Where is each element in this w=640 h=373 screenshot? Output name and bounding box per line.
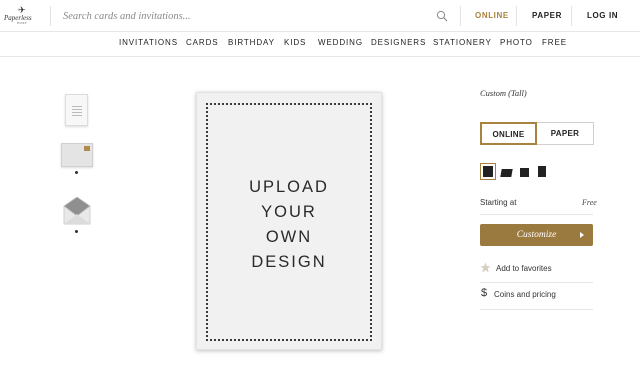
thumb-line [72, 112, 82, 113]
color-swatch[interactable] [500, 169, 513, 177]
login-link[interactable]: LOG IN [587, 11, 618, 20]
divider [480, 282, 593, 283]
swatch-fill [483, 166, 493, 177]
favorites-label: Add to favorites [496, 264, 552, 273]
paperless-post-logo[interactable]: ✈ Paperless POST [4, 5, 42, 27]
top-header: ✈ Paperless POST ONLINE PAPER LOG IN [0, 0, 640, 32]
category-birthday[interactable]: BIRTHDAY [228, 38, 275, 47]
price-value: Free [582, 198, 597, 207]
category-nav: INVITATIONS CARDS BIRTHDAY KIDS WEDDING … [0, 32, 640, 57]
category-kids[interactable]: KIDS [284, 38, 306, 47]
logo-subtext: POST [17, 21, 28, 25]
thumb-line [72, 109, 82, 110]
category-invitations[interactable]: INVITATIONS [119, 38, 178, 47]
thumb-line [72, 106, 82, 107]
upload-line: UPLOAD [249, 178, 329, 196]
upload-line: YOUR [261, 203, 317, 221]
customize-button[interactable]: Customize [480, 224, 593, 246]
format-paper-button[interactable]: PAPER [537, 122, 594, 145]
category-wedding[interactable]: WEDDING [318, 38, 363, 47]
category-stationery[interactable]: STATIONERY [433, 38, 492, 47]
divider [516, 6, 517, 26]
upload-line: OWN [265, 228, 313, 246]
star-icon [480, 262, 491, 273]
product-title: Custom (Tall) [480, 88, 527, 98]
category-designers[interactable]: DESIGNERS [371, 38, 426, 47]
envelope-thumbnail[interactable] [61, 143, 93, 167]
divider [480, 309, 593, 310]
arrow-right-icon [580, 232, 584, 238]
category-cards[interactable]: CARDS [186, 38, 219, 47]
color-swatch-selected[interactable] [480, 163, 496, 180]
color-swatch[interactable] [520, 168, 529, 177]
dollar-icon: $ [481, 287, 488, 299]
envelope-liner-thumbnail[interactable] [63, 197, 91, 225]
upload-line: DESIGN [251, 253, 327, 271]
color-swatch[interactable] [538, 166, 546, 177]
upload-design-text: UPLOAD YOUR OWN DESIGN [197, 175, 381, 275]
divider [571, 6, 572, 26]
coins-label: Coins and pricing [494, 290, 556, 299]
stamp-icon [84, 146, 90, 151]
thumbnail-indicator-dot [75, 230, 78, 233]
card-preview: UPLOAD YOUR OWN DESIGN [196, 92, 382, 350]
thumbnail-indicator-dot [75, 171, 78, 174]
nav-online-link[interactable]: ONLINE [475, 11, 509, 20]
divider [460, 6, 461, 26]
customize-label: Customize [516, 230, 557, 240]
divider [50, 6, 51, 26]
divider [480, 214, 593, 215]
add-to-favorites-button[interactable]: Add to favorites [480, 262, 593, 278]
category-photo[interactable]: PHOTO [500, 38, 533, 47]
coins-and-pricing-link[interactable]: $ Coins and pricing [480, 287, 593, 304]
thumb-line [72, 115, 82, 116]
format-online-button[interactable]: ONLINE [480, 122, 537, 145]
price-label: Starting at [480, 198, 517, 207]
nav-paper-link[interactable]: PAPER [532, 11, 562, 20]
category-free[interactable]: FREE [542, 38, 567, 47]
search-icon[interactable] [436, 10, 448, 22]
search-input[interactable] [63, 8, 423, 24]
card-thumbnail[interactable] [65, 94, 88, 126]
